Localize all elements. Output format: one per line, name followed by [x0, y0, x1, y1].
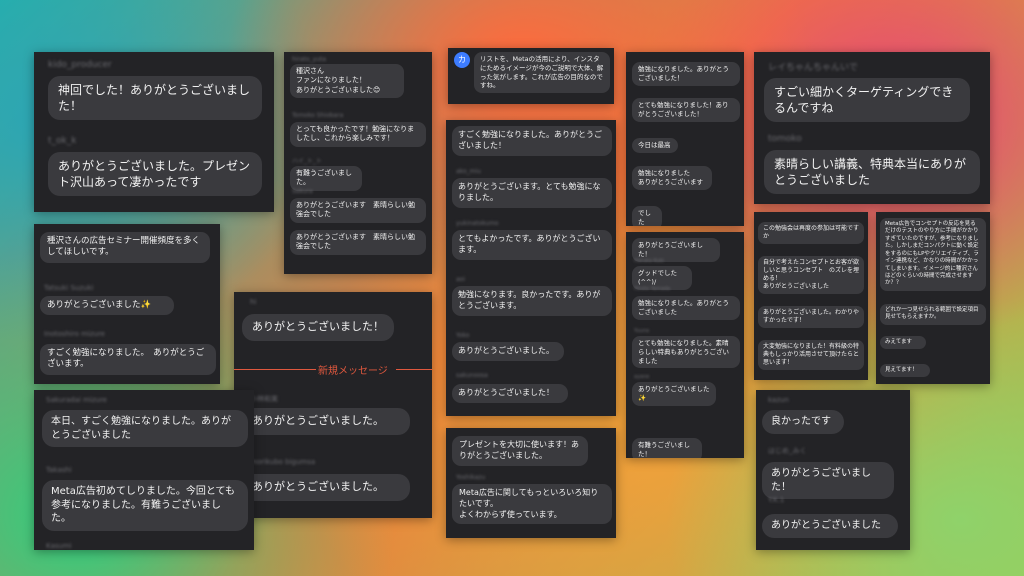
chat-panel-5: レイちゃんちゃんいで すごい細かくターゲティングできるんですね tomoko 素… [754, 52, 990, 204]
chat-panel-1: kido_producer 神回でした！ありがとうございました！ t_ok_k … [34, 52, 274, 212]
chat-message: どれか一つ見せられる範囲で設定項目見せてもらえますか。 [880, 304, 986, 325]
chat-message: とても勉強になりました！ありがとうございました！ [632, 98, 740, 122]
chat-message: ありがとうございました。 [242, 408, 410, 435]
username: kazun [768, 396, 789, 404]
chat-message: 勉強になります。良かったです。ありがとうございます。 [452, 286, 612, 316]
username: Yoshikazu [456, 474, 486, 481]
new-messages-divider: 新規メッセージ [234, 362, 432, 377]
chat-panel-8: ありがとうございました！ Haruka Kuki グッドでした(^^)/ Hir… [626, 232, 744, 458]
chat-message: すごく勉強になりました。 ありがとうございます。 [40, 344, 216, 375]
chat-message: ありがとうございました。わかりやすかったです！ [758, 306, 864, 329]
username: sakunoosa [456, 372, 488, 379]
username: 小林和実 [250, 395, 278, 403]
chat-panel-6: 種沢さんの広告セミナー開催頻度を多くしてほしいです。 Tatsuki Suzuk… [34, 224, 220, 384]
chat-panel-4: 勉強になりました。ありがとうございました！ とても勉強になりました！ありがとうご… [626, 52, 744, 226]
chat-message: とっても良かったです！勉強になりましたし、これから楽しみです！ [290, 122, 426, 147]
chat-message: ありがとうございます 素晴らしい勉強会でした [290, 230, 426, 255]
username: Tomoko Shiobara [292, 112, 344, 119]
chat-message: Meta広告に関してもっといろいろ知りたいです。 よくわからず使っています。 [452, 484, 612, 525]
chat-message: 有難うございました！ [632, 438, 702, 458]
chat-message: 見えてます！ [880, 364, 930, 378]
chat-message: 神回でした！ありがとうございました！ [48, 76, 262, 121]
chat-message: リストを、Metaの活用により、インスタにためるイメージが今のご説明で大体、解っ… [474, 52, 610, 94]
username: tomoko [768, 134, 802, 144]
username: Sakura [292, 188, 313, 195]
chat-message: すごく勉強になりました。ありがとうございました！ [452, 126, 612, 156]
chat-message: 勉強になりました。ありがとうございました！ [632, 62, 740, 86]
username: morikubo bigumsa [250, 458, 316, 466]
username: レイちゃんちゃんいで [768, 63, 858, 73]
chat-message: ありがとうございます 素晴らしい勉強会でした [290, 198, 426, 223]
username: hirato_yuta [292, 56, 327, 63]
username: aoi [456, 276, 466, 283]
username: ハイ_ト_ト [292, 158, 322, 165]
username: kido_producer [48, 60, 112, 70]
username: Tatsuki Suzuki [44, 284, 94, 292]
username: Kasumi [46, 542, 72, 550]
username: Sakuradai mizure [46, 396, 107, 404]
chat-message: ありがとうございました。 [452, 342, 564, 361]
user-avatar: カ [454, 52, 470, 68]
username: hi [250, 298, 257, 306]
chat-message: 良かったです [762, 410, 844, 434]
username: Haruka Kuki [634, 258, 664, 264]
chat-panel-2: hirato_yuta 種沢さん ファンになりました！ ありがとうございました😊… [284, 52, 432, 274]
username: はじめ_みく [768, 447, 807, 455]
chat-message: ありがとうございました！ [762, 462, 894, 499]
chat-message: みえてます [880, 336, 926, 350]
chat-message: 今日は最高 [632, 138, 678, 153]
chat-message: ありがとうございました！ [242, 314, 394, 341]
chat-panel-9: この勉強会は再度の参加は可能ですか 自分で考えたコンセプトとお客が欲しいと思うコ… [754, 212, 868, 380]
chat-panel-11: hi ありがとうございました！ 新規メッセージ 小林和実 ありがとうございました… [234, 292, 432, 518]
chat-message: この勉強会は再度の参加は可能ですか [758, 222, 864, 245]
username: yukinatokumo [456, 220, 499, 227]
chat-message: ありがとうございました✨ [632, 382, 716, 406]
chat-message: ありがとうございました✨ [40, 296, 174, 316]
chat-message: とても勉強になりました。素晴らしい特典もありがとうございました [632, 336, 740, 369]
username: Inotoshiro mizure [44, 330, 105, 338]
chat-message: 本日、すごく勉強になりました。ありがとうございました [42, 410, 248, 447]
username: Yuuna [634, 328, 650, 334]
chat-message: 大変勉強になりました！有料級の特典もしっかり活用させて頂けたらと思います！ [758, 340, 864, 371]
chat-message: すごい細かくターゲティングできるんですね [764, 78, 970, 123]
chat-panel-14: kazun 良かったです はじめ_みく ありがとうございました！ Y.K.1 あ… [756, 390, 910, 550]
username: Takashi [46, 466, 72, 474]
chat-panel-7: すごく勉強になりました。ありがとうございました！ ako_miu ありがとうござ… [446, 120, 616, 416]
chat-panel-12: Sakuradai mizure 本日、すごく勉強になりました。ありがとうござい… [34, 390, 254, 550]
chat-panel-10: Meta広告でコンセプトの反応を見るだけのテストのやり方に手間がかかりすぎていた… [876, 212, 990, 384]
chat-message: ありがとうございました。 [242, 474, 410, 501]
username: Hiroto Yamada [634, 286, 671, 292]
chat-message: でした [632, 206, 662, 226]
chat-panel-3: カ リストを、Metaの活用により、インスタにためるイメージが今のご説明で大体、… [448, 48, 614, 104]
username: Y.K.1 [768, 496, 785, 504]
chat-message: 自分で考えたコンセプトとお客が欲しいと思うコンセプト のズレを埋める！ ありがと… [758, 256, 864, 295]
chat-message: Meta広告初めてしりました。今回とても参考になりました。有難うございました。 [42, 480, 248, 531]
chat-message: ありがとうございました [762, 514, 898, 538]
username: t_ok_k [48, 136, 77, 146]
username: ako_miu [456, 168, 481, 175]
chat-message: ありがとうございました！ [452, 384, 568, 403]
chat-message: 種沢さんの広告セミナー開催頻度を多くしてほしいです。 [40, 232, 210, 263]
chat-message: 種沢さん ファンになりました！ ありがとうございました😊 [290, 64, 404, 99]
chat-message: Meta広告でコンセプトの反応を見るだけのテストのやり方に手間がかかりすぎていた… [880, 218, 986, 291]
chat-panel-13: プレゼントを大切に使います！ありがとうございました。 Yoshikazu Met… [446, 428, 616, 538]
chat-message: ありがとうございます。とても勉強になりました。 [452, 178, 612, 208]
chat-message: 素晴らしい講義、特典本当にありがとうございました [764, 150, 980, 195]
username: ayane [634, 374, 650, 380]
chat-message: 勉強になりました ありがとうございます [632, 166, 712, 190]
chat-message: 勉強になりました。ありがとうございました [632, 296, 740, 320]
username: Yoko [456, 332, 470, 339]
new-messages-label: 新規メッセージ [318, 366, 388, 377]
chat-message: とてもよかったです。ありがとうございます。 [452, 230, 612, 260]
chat-message: プレゼントを大切に使います！ありがとうございました。 [452, 436, 588, 466]
chat-message: ありがとうございました。プレゼント沢山あって凄かったです [48, 152, 262, 197]
